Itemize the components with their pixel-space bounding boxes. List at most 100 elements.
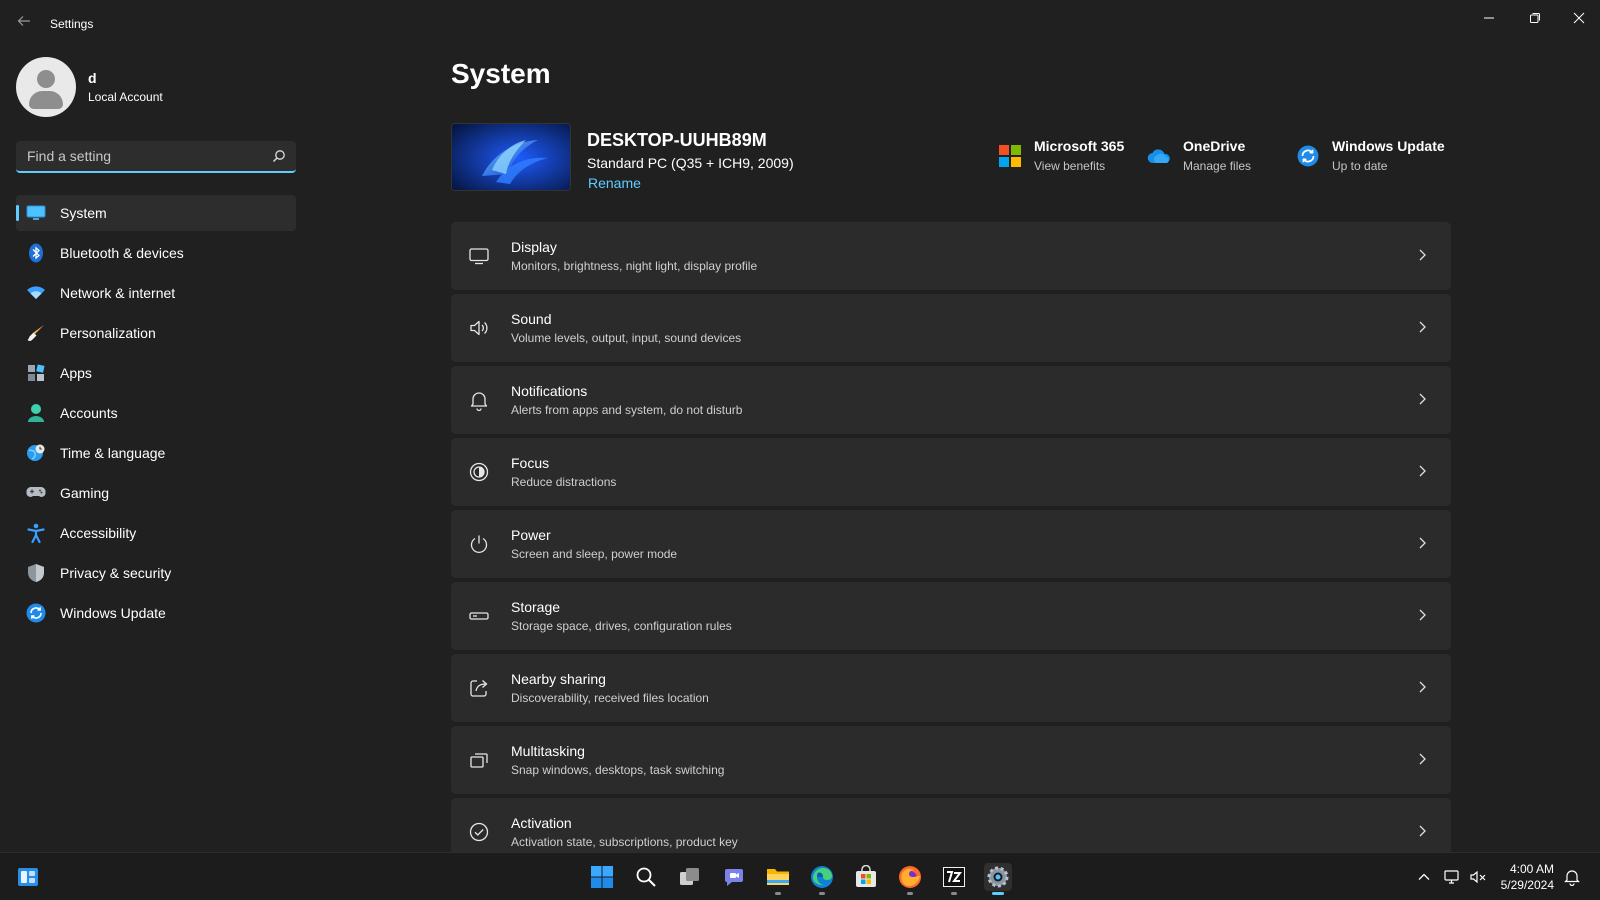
app-title: Settings	[50, 17, 94, 31]
settings-card-multitasking[interactable]: Multitasking Snap windows, desktops, task…	[451, 726, 1451, 794]
file-explorer-button[interactable]	[764, 863, 792, 895]
edge-icon	[811, 866, 833, 888]
running-indicator	[907, 892, 913, 895]
profile-section[interactable]: d Local Account	[16, 57, 163, 117]
back-arrow-icon	[17, 16, 30, 26]
clock-time: 4:00 AM	[1509, 862, 1554, 876]
task-view-button[interactable]	[676, 863, 704, 891]
firefox-button[interactable]	[896, 863, 924, 895]
volume-status-button[interactable]	[1468, 867, 1488, 887]
wifi-icon	[26, 283, 46, 303]
settings-gear-icon	[987, 866, 1009, 888]
settings-card-storage[interactable]: Storage Storage space, drives, configurat…	[451, 582, 1451, 650]
sidebar-item-bluetooth[interactable]: Bluetooth & devices	[16, 235, 296, 271]
start-button[interactable]	[588, 863, 616, 891]
7zip-button[interactable]	[940, 863, 968, 895]
power-icon	[467, 532, 491, 556]
settings-card-nearby-sharing[interactable]: Nearby sharing Discoverability, received …	[451, 654, 1451, 722]
windows-update-icon	[26, 603, 46, 623]
title-bar: Settings	[0, 0, 1600, 48]
sidebar-item-network[interactable]: Network & internet	[16, 275, 296, 311]
notifications-button[interactable]	[1562, 867, 1582, 887]
sidebar-item-accessibility[interactable]: Accessibility	[16, 515, 296, 551]
card-subtitle: Snap windows, desktops, task switching	[511, 763, 725, 777]
sidebar-item-windows-update[interactable]: Windows Update	[16, 595, 296, 631]
windows-update-icon	[1296, 144, 1320, 168]
card-title: Sound	[511, 311, 552, 327]
chevron-right-icon	[1419, 681, 1426, 693]
restore-icon	[1530, 13, 1540, 23]
store-button[interactable]	[852, 863, 880, 891]
card-subtitle: Monitors, brightness, night light, displ…	[511, 259, 758, 273]
settings-card-notifications[interactable]: Notifications Alerts from apps and system…	[451, 366, 1451, 434]
quick-link-title: Microsoft 365	[1034, 138, 1125, 154]
quick-link-subtitle: Manage files	[1183, 159, 1252, 173]
microsoft-logo-icon	[998, 144, 1022, 168]
settings-card-activation[interactable]: Activation Activation state, subscription…	[451, 798, 1451, 852]
file-explorer-icon	[767, 869, 789, 885]
store-icon	[856, 865, 876, 887]
rename-link[interactable]: Rename	[588, 175, 641, 191]
quick-link-windows-update[interactable]: Windows Update Up to date	[1296, 138, 1445, 173]
page-title: System	[451, 58, 551, 89]
sidebar-item-time-language[interactable]: Time & language	[16, 435, 296, 471]
quick-link-subtitle: View benefits	[1034, 159, 1106, 173]
minimize-button[interactable]	[1466, 4, 1512, 32]
restore-button[interactable]	[1512, 4, 1558, 32]
settings-card-sound[interactable]: Sound Volume levels, output, input, sound…	[451, 294, 1451, 362]
chat-button[interactable]	[720, 863, 748, 891]
edge-button[interactable]	[808, 863, 836, 895]
taskbar-clock[interactable]: 4:00 AM 5/29/2024	[1501, 861, 1554, 893]
sidebar-item-apps[interactable]: Apps	[16, 355, 296, 391]
sidebar-item-privacy[interactable]: Privacy & security	[16, 555, 296, 591]
activation-check-icon	[467, 820, 491, 844]
sidebar-item-personalization[interactable]: Personalization	[16, 315, 296, 351]
speaker-muted-icon	[1470, 870, 1486, 884]
close-button[interactable]	[1556, 4, 1600, 32]
profile-name: d	[88, 70, 97, 86]
search-box[interactable]	[16, 141, 296, 173]
multitasking-icon	[467, 748, 491, 772]
accessibility-icon	[26, 523, 46, 543]
quick-link-onedrive[interactable]: OneDrive Manage files	[1147, 138, 1251, 173]
card-title: Storage	[511, 599, 561, 615]
settings-card-focus[interactable]: Focus Reduce distractions	[451, 438, 1451, 506]
quick-link-title: OneDrive	[1183, 138, 1246, 154]
shield-icon	[26, 563, 46, 583]
settings-card-power[interactable]: Power Screen and sleep, power mode	[451, 510, 1451, 578]
card-title: Nearby sharing	[511, 671, 606, 687]
quick-link-subtitle: Up to date	[1332, 159, 1388, 173]
sidebar-item-label: Privacy & security	[60, 565, 172, 581]
7zip-icon	[943, 867, 965, 887]
card-title: Display	[511, 239, 557, 255]
card-title: Multitasking	[511, 743, 585, 759]
sidebar-item-accounts[interactable]: Accounts	[16, 395, 296, 431]
card-title: Notifications	[511, 383, 588, 399]
share-icon	[467, 676, 491, 700]
search-icon[interactable]	[272, 149, 286, 163]
sidebar-item-system[interactable]: System	[16, 195, 296, 231]
back-button[interactable]	[14, 14, 34, 34]
sidebar-item-label: Windows Update	[60, 605, 166, 621]
sidebar-item-gaming[interactable]: Gaming	[16, 475, 296, 511]
search-input[interactable]	[16, 141, 256, 171]
network-status-button[interactable]	[1442, 867, 1462, 887]
running-indicator	[775, 892, 781, 895]
storage-drive-icon	[467, 604, 491, 628]
start-icon	[591, 866, 613, 888]
sidebar-item-label: Accounts	[60, 405, 118, 421]
brush-icon	[26, 323, 46, 343]
settings-card-display[interactable]: Display Monitors, brightness, night light…	[451, 222, 1451, 290]
avatar	[16, 57, 76, 117]
chevron-right-icon	[1419, 825, 1426, 837]
card-title: Activation	[511, 815, 572, 831]
sidebar-item-label: Time & language	[60, 445, 166, 461]
settings-app-button[interactable]	[984, 863, 1012, 895]
sidebar-item-label: Bluetooth & devices	[60, 245, 184, 261]
quick-link-microsoft-365[interactable]: Microsoft 365 View benefits	[998, 138, 1124, 173]
sidebar-item-label: Apps	[60, 365, 92, 381]
show-hidden-icons-button[interactable]	[1414, 867, 1434, 887]
sidebar-item-label: Personalization	[60, 325, 156, 341]
widgets-button[interactable]	[14, 863, 42, 891]
taskbar-search-button[interactable]	[632, 863, 660, 891]
